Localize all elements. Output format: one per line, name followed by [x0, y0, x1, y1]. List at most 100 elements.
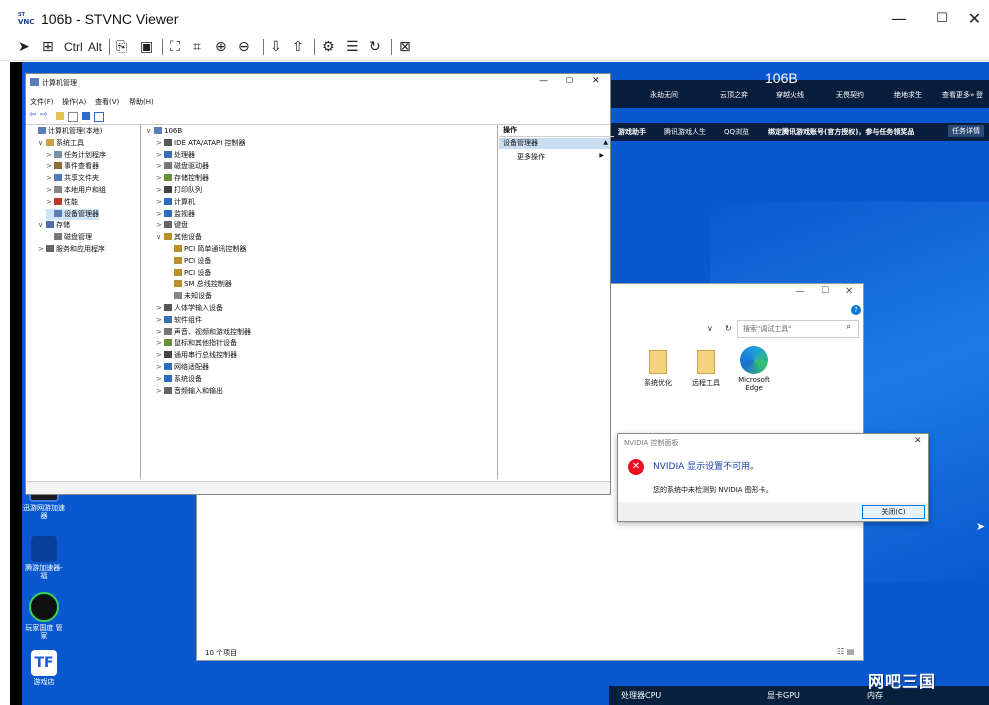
refresh-icon[interactable]: ↻ — [369, 38, 381, 56]
show-hide-icon[interactable] — [68, 112, 78, 122]
properties-icon[interactable] — [94, 112, 104, 122]
nvidia-dialog[interactable]: NVIDIA 控制面板 ✕ ✕ NVIDIA 显示设置不可用。 您的系统中未检测… — [617, 433, 929, 522]
settings-icon[interactable]: ⚙ — [322, 38, 335, 56]
zoom-out-icon[interactable]: ⊖ — [238, 38, 250, 56]
clipboard-icon[interactable]: ⎘ — [116, 38, 127, 56]
console-tree[interactable]: 计算机管理(本地) ∨ 系统工具 > 任务计划程序 > 事件查看器 > 共享文件夹 > 本地用户和组… — [26, 125, 141, 479]
image-icon[interactable]: ▣ — [140, 38, 153, 56]
tree-item[interactable]: PCI 设备 — [166, 268, 211, 279]
collapse-icon[interactable]: ∨ — [38, 220, 46, 231]
banner-item[interactable]: 查看更多» — [942, 90, 974, 100]
collapse-icon[interactable]: ∨ — [156, 232, 164, 243]
tree-item[interactable]: PCI 设备 — [166, 256, 211, 267]
expand-icon[interactable]: > — [156, 138, 164, 149]
desktop-icon[interactable]: 腾游加速器-福 — [22, 536, 66, 580]
download-icon[interactable]: ⇩ — [270, 38, 282, 56]
alt-button[interactable]: Alt — [88, 38, 102, 56]
banner-item[interactable]: 穿越火线 — [776, 90, 804, 100]
tree-item[interactable]: > 服务和应用程序 — [38, 244, 105, 255]
tree-item[interactable]: > 共享文件夹 — [46, 173, 99, 184]
tree-item[interactable]: 设备管理器 — [46, 208, 99, 220]
dialog-close-icon[interactable]: ✕ — [914, 436, 922, 446]
banner-item[interactable]: 登 — [976, 90, 983, 100]
tree-item[interactable]: > 打印队列 — [156, 185, 202, 196]
close-button[interactable]: ✕ — [960, 6, 989, 32]
tree-item[interactable]: > IDE ATA/ATAPI 控制器 — [156, 138, 246, 149]
menu-view[interactable]: 查看(V) — [95, 97, 119, 107]
task-details-button[interactable]: 任务详情 — [948, 125, 984, 137]
back-icon[interactable]: ⇦ — [29, 110, 37, 120]
actions-section[interactable]: 设备管理器 ▲ — [499, 138, 610, 149]
tree-item[interactable]: PCI 简单通讯控制器 — [166, 244, 246, 255]
mmc-minimize-button[interactable]: — — [539, 76, 548, 86]
help-icon[interactable]: ? — [851, 305, 861, 315]
maximize-button[interactable]: ☐ — [919, 6, 965, 32]
expand-icon[interactable]: > — [156, 161, 164, 172]
tree-item[interactable]: > 通用串行总线控制器 — [156, 350, 237, 361]
zoom-in-icon[interactable]: ⊕ — [215, 38, 227, 56]
banner2-item[interactable]: 绑定腾讯游戏账号(官方授权)，参与任务领奖品 — [768, 127, 914, 137]
desktop-icon[interactable]: TF 游戏店 — [22, 650, 66, 686]
expand-icon[interactable]: > — [156, 173, 164, 184]
forward-icon[interactable]: ⇨ — [40, 110, 48, 120]
view-toggle-icon[interactable]: ☷ ▤ — [837, 647, 854, 656]
help-book-icon[interactable] — [82, 112, 90, 120]
tree-item[interactable]: > 本地用户和组 — [46, 185, 106, 196]
expand-icon[interactable]: > — [156, 185, 164, 196]
tree-item[interactable]: > 计算机 — [156, 197, 195, 208]
upload-icon[interactable]: ⇧ — [292, 38, 304, 56]
expand-icon[interactable]: > — [156, 197, 164, 208]
tree-item[interactable]: > 鼠标和其他指针设备 — [156, 338, 237, 349]
device-list[interactable]: ∨ 106B > IDE ATA/ATAPI 控制器 > 处理器 > 磁盘驱动器 > 存储控制器 >… — [142, 125, 498, 479]
file-item[interactable]: 系统优化 — [635, 350, 681, 388]
banner2-item[interactable]: QQ浏览 — [724, 127, 749, 137]
tree-item[interactable]: ∨ 存储 — [38, 220, 70, 231]
expand-icon[interactable]: > — [156, 327, 164, 338]
dialog-close-button[interactable]: 关闭(C) — [862, 505, 925, 519]
expand-icon[interactable]: > — [156, 220, 164, 231]
search-input[interactable]: 搜索"调试工具" ⌕ — [737, 320, 859, 338]
tree-item[interactable]: > 监视器 — [156, 209, 195, 220]
fit-icon[interactable]: ⌗ — [193, 38, 201, 56]
expand-icon[interactable]: > — [156, 386, 164, 397]
desktop-icon[interactable]: 玩家国度 管家 — [22, 592, 66, 640]
expand-icon[interactable]: > — [46, 150, 54, 161]
folder-up-icon[interactable] — [56, 112, 64, 120]
computer-management-window[interactable]: 计算机管理 — ☐ ✕ 文件(F) 操作(A) 查看(V) 帮助(H) ⇦ ⇨ … — [25, 73, 614, 495]
game-banner-row2[interactable]: 游戏助手 腾讯游戏人生 QQ浏览 绑定腾讯游戏账号(官方授权)，参与任务领奖品 … — [598, 123, 989, 141]
explorer-maximize-button[interactable]: ☐ — [821, 286, 829, 296]
expand-icon[interactable]: > — [156, 209, 164, 220]
tree-item[interactable]: SM 总线控制器 — [166, 279, 232, 290]
menu-action[interactable]: 操作(A) — [62, 97, 86, 107]
expand-icon[interactable]: > — [46, 173, 54, 184]
expand-icon[interactable]: > — [156, 362, 164, 373]
collapse-icon[interactable]: ∨ — [38, 138, 46, 149]
tree-item[interactable]: > 网络适配器 — [156, 362, 209, 373]
tree-item[interactable]: ∨ 其他设备 — [156, 232, 202, 243]
expand-icon[interactable]: > — [156, 315, 164, 326]
expand-icon[interactable]: > — [46, 161, 54, 172]
banner2-item[interactable]: 游戏助手 — [618, 127, 646, 137]
disconnect-icon[interactable]: ⊠ — [399, 38, 411, 56]
tree-item[interactable]: > 性能 — [46, 197, 78, 208]
tree-item[interactable]: 未知设备 — [166, 291, 212, 302]
banner-item[interactable]: 无畏契约 — [836, 90, 864, 100]
banner-item[interactable]: 云顶之弈 — [720, 90, 748, 100]
windows-key-icon[interactable]: ⊞ — [42, 38, 54, 56]
refresh-icon[interactable]: ↻ — [725, 324, 732, 333]
dropdown-icon[interactable]: ∨ — [707, 324, 713, 333]
expand-icon[interactable]: > — [38, 244, 46, 255]
menu-file[interactable]: 文件(F) — [30, 97, 54, 107]
file-item[interactable]: 远程工具 — [683, 350, 729, 388]
explorer-close-button[interactable]: ✕ — [845, 286, 853, 297]
tree-item[interactable]: 磁盘管理 — [46, 232, 92, 243]
mmc-maximize-button[interactable]: ☐ — [566, 76, 573, 85]
tree-item[interactable]: > 磁盘驱动器 — [156, 161, 209, 172]
expand-icon[interactable]: > — [46, 197, 54, 208]
explorer-minimize-button[interactable]: — — [795, 286, 805, 297]
send-icon[interactable]: ➤ — [18, 38, 30, 56]
tree-item[interactable]: > 键盘 — [156, 220, 188, 231]
mmc-close-button[interactable]: ✕ — [592, 76, 600, 86]
banner2-item[interactable]: 腾讯游戏人生 — [664, 127, 706, 137]
tree-item[interactable]: > 处理器 — [156, 150, 195, 161]
